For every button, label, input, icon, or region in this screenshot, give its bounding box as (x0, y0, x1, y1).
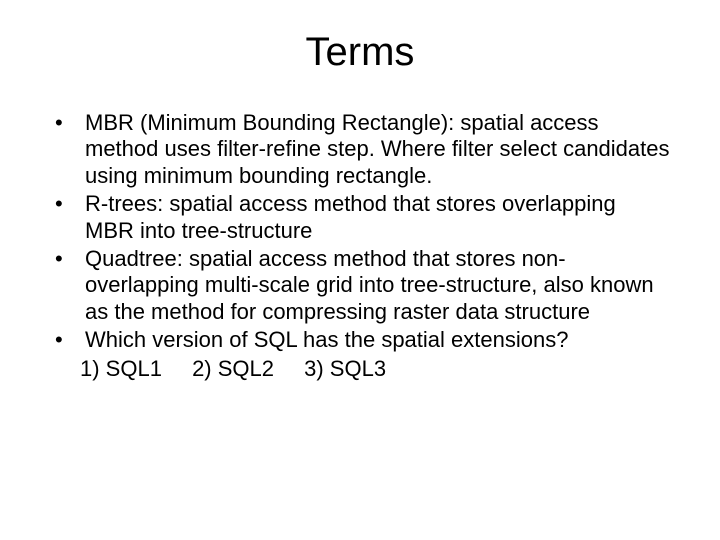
slide: Terms • MBR (Minimum Bounding Rectangle)… (0, 0, 720, 540)
option-1: 1) SQL1 (80, 356, 162, 381)
option-3: 3) SQL3 (304, 356, 386, 381)
answer-options: 1) SQL1 2) SQL2 3) SQL3 (80, 356, 670, 382)
bullet-marker: • (50, 327, 85, 353)
bullet-item: • Which version of SQL has the spatial e… (50, 327, 670, 353)
slide-title: Terms (50, 30, 670, 75)
bullet-marker: • (50, 110, 85, 189)
bullet-item: • Quadtree: spatial access method that s… (50, 246, 670, 325)
bullet-marker: • (50, 191, 85, 244)
bullet-item: • MBR (Minimum Bounding Rectangle): spat… (50, 110, 670, 189)
bullet-text: Quadtree: spatial access method that sto… (85, 246, 670, 325)
bullet-text: MBR (Minimum Bounding Rectangle): spatia… (85, 110, 670, 189)
bullet-marker: • (50, 246, 85, 325)
bullet-text: R-trees: spatial access method that stor… (85, 191, 670, 244)
slide-body: • MBR (Minimum Bounding Rectangle): spat… (50, 110, 670, 382)
bullet-item: • R-trees: spatial access method that st… (50, 191, 670, 244)
bullet-text: Which version of SQL has the spatial ext… (85, 327, 670, 353)
option-2: 2) SQL2 (192, 356, 274, 381)
